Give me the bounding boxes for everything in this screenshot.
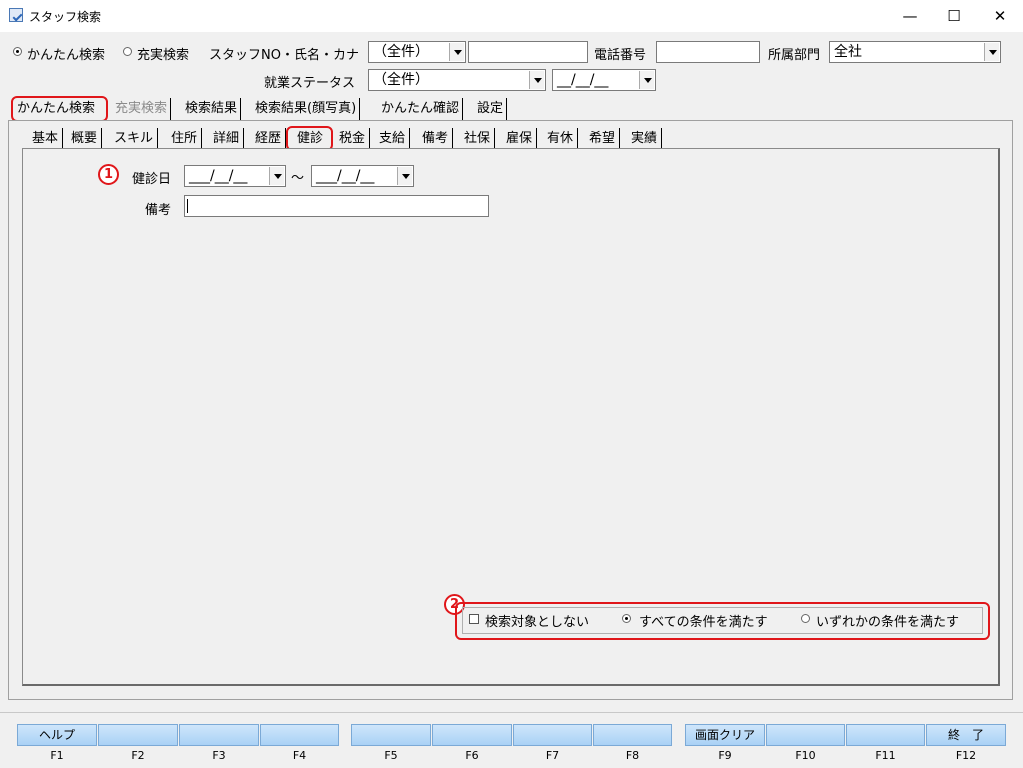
tab-simple[interactable]: かんたん検索 (14, 98, 98, 120)
f4-label: F4 (292, 749, 307, 762)
f8-label: F8 (625, 749, 640, 762)
mode-full-radio[interactable] (123, 47, 132, 56)
subtab-career[interactable]: 経歴 (251, 128, 287, 150)
tab-results-photo[interactable]: 検索結果(顔写真) (252, 98, 361, 120)
f2-label: F2 (131, 749, 145, 762)
subtab-social-insurance[interactable]: 社保 (460, 128, 496, 150)
f6-button[interactable] (432, 724, 512, 746)
window-title: スタッフ検索 (29, 10, 102, 24)
f10-label: F10 (795, 749, 816, 762)
subtab-skill[interactable]: スキル (110, 128, 159, 150)
marker-1: 1 (98, 164, 119, 185)
subtab-record[interactable]: 実績 (627, 128, 663, 150)
f3-label: F3 (212, 749, 226, 762)
subtab-paid-leave[interactable]: 有休 (543, 128, 579, 150)
chevron-down-icon[interactable] (984, 43, 999, 61)
phone-label: 電話番号 (594, 48, 647, 63)
mode-simple-label[interactable]: かんたん検索 (27, 44, 105, 63)
f1-label: F1 (50, 749, 64, 762)
dept-value: 全社 (834, 44, 862, 60)
mode-simple-radio[interactable] (13, 47, 22, 56)
staff-label: スタッフNO・氏名・カナ (209, 48, 359, 63)
minimize-button[interactable]: — (887, 0, 933, 32)
date-range-separator: ～ (291, 171, 305, 186)
staff-scope-select[interactable]: （全件） (368, 41, 466, 63)
mode-full-label[interactable]: 充実検索 (137, 44, 189, 63)
subtab-detail[interactable]: 詳細 (209, 128, 245, 150)
tab-full[interactable]: 充実検索 (112, 98, 172, 120)
f7-button[interactable] (513, 724, 592, 746)
subtab-notes[interactable]: 備考 (418, 128, 454, 150)
title-bar: スタッフ検索 — ☐ ✕ (0, 0, 1023, 32)
subtab-overview[interactable]: 概要 (67, 128, 103, 150)
close-button[interactable]: ✕ (977, 0, 1023, 32)
f2-button[interactable] (98, 724, 178, 746)
subtab-checkup[interactable]: 健診 (293, 128, 327, 150)
checkup-date-to-value: ___/__/__ (316, 168, 375, 184)
status-label: 就業ステータス (264, 76, 356, 91)
f12-label: F12 (955, 749, 977, 762)
f5-button[interactable] (351, 724, 431, 746)
exclude-label[interactable]: 検索対象としない (485, 611, 589, 630)
subtab-payment[interactable]: 支給 (375, 128, 411, 150)
status-value: （全件） (373, 72, 429, 88)
checkup-date-from[interactable]: ___/__/__ (184, 165, 286, 187)
f5-label: F5 (384, 749, 398, 762)
f6-label: F6 (465, 749, 479, 762)
f11-button[interactable] (846, 724, 925, 746)
dept-select[interactable]: 全社 (829, 41, 1001, 63)
f1-button[interactable]: ヘルプ (17, 724, 97, 746)
phone-input[interactable] (656, 41, 760, 63)
status-select[interactable]: （全件） (368, 69, 546, 91)
status-date-value: __/__/__ (557, 72, 609, 88)
f8-button[interactable] (593, 724, 672, 746)
subtab-preference[interactable]: 希望 (585, 128, 621, 150)
tab-settings[interactable]: 設定 (474, 98, 508, 120)
f7-label: F7 (545, 749, 560, 762)
status-date-select[interactable]: __/__/__ (552, 69, 656, 91)
f3-button[interactable] (179, 724, 259, 746)
f4-button[interactable] (260, 724, 339, 746)
chevron-down-icon[interactable] (269, 167, 284, 185)
match-all-radio[interactable] (622, 614, 631, 623)
f9-button[interactable]: 画面クリア (685, 724, 765, 746)
app-icon (9, 8, 23, 22)
chevron-down-icon[interactable] (449, 43, 464, 61)
exclude-checkbox[interactable] (469, 614, 479, 624)
chevron-down-icon[interactable] (397, 167, 412, 185)
chevron-down-icon[interactable] (529, 71, 544, 89)
dept-label: 所属部門 (768, 48, 821, 63)
f11-label: F11 (875, 749, 896, 762)
f12-button[interactable]: 終 了 (926, 724, 1006, 746)
checkup-note-label: 備考 (145, 203, 172, 218)
checkup-date-from-value: ___/__/__ (189, 168, 248, 184)
tab-quick-check[interactable]: かんたん確認 (378, 98, 464, 120)
staff-input[interactable] (468, 41, 588, 63)
match-any-label[interactable]: いずれかの条件を満たす (816, 611, 959, 630)
checkup-date-to[interactable]: ___/__/__ (311, 165, 414, 187)
staff-scope-value: （全件） (373, 44, 429, 60)
chevron-down-icon[interactable] (639, 71, 654, 89)
checkup-date-label: 健診日 (132, 172, 172, 187)
tab-results[interactable]: 検索結果 (182, 98, 242, 120)
subtab-tax[interactable]: 税金 (335, 128, 371, 150)
f10-button[interactable] (766, 724, 845, 746)
subtab-employment-insurance[interactable]: 雇保 (502, 128, 538, 150)
match-all-label[interactable]: すべての条件を満たす (639, 611, 768, 630)
match-any-radio[interactable] (801, 614, 810, 623)
text-caret (187, 199, 188, 213)
checkup-note-input[interactable] (184, 195, 489, 217)
f9-label: F9 (718, 749, 732, 762)
maximize-button[interactable]: ☐ (931, 0, 977, 32)
subtab-basic[interactable]: 基本 (28, 128, 64, 150)
subtab-address[interactable]: 住所 (167, 128, 203, 150)
